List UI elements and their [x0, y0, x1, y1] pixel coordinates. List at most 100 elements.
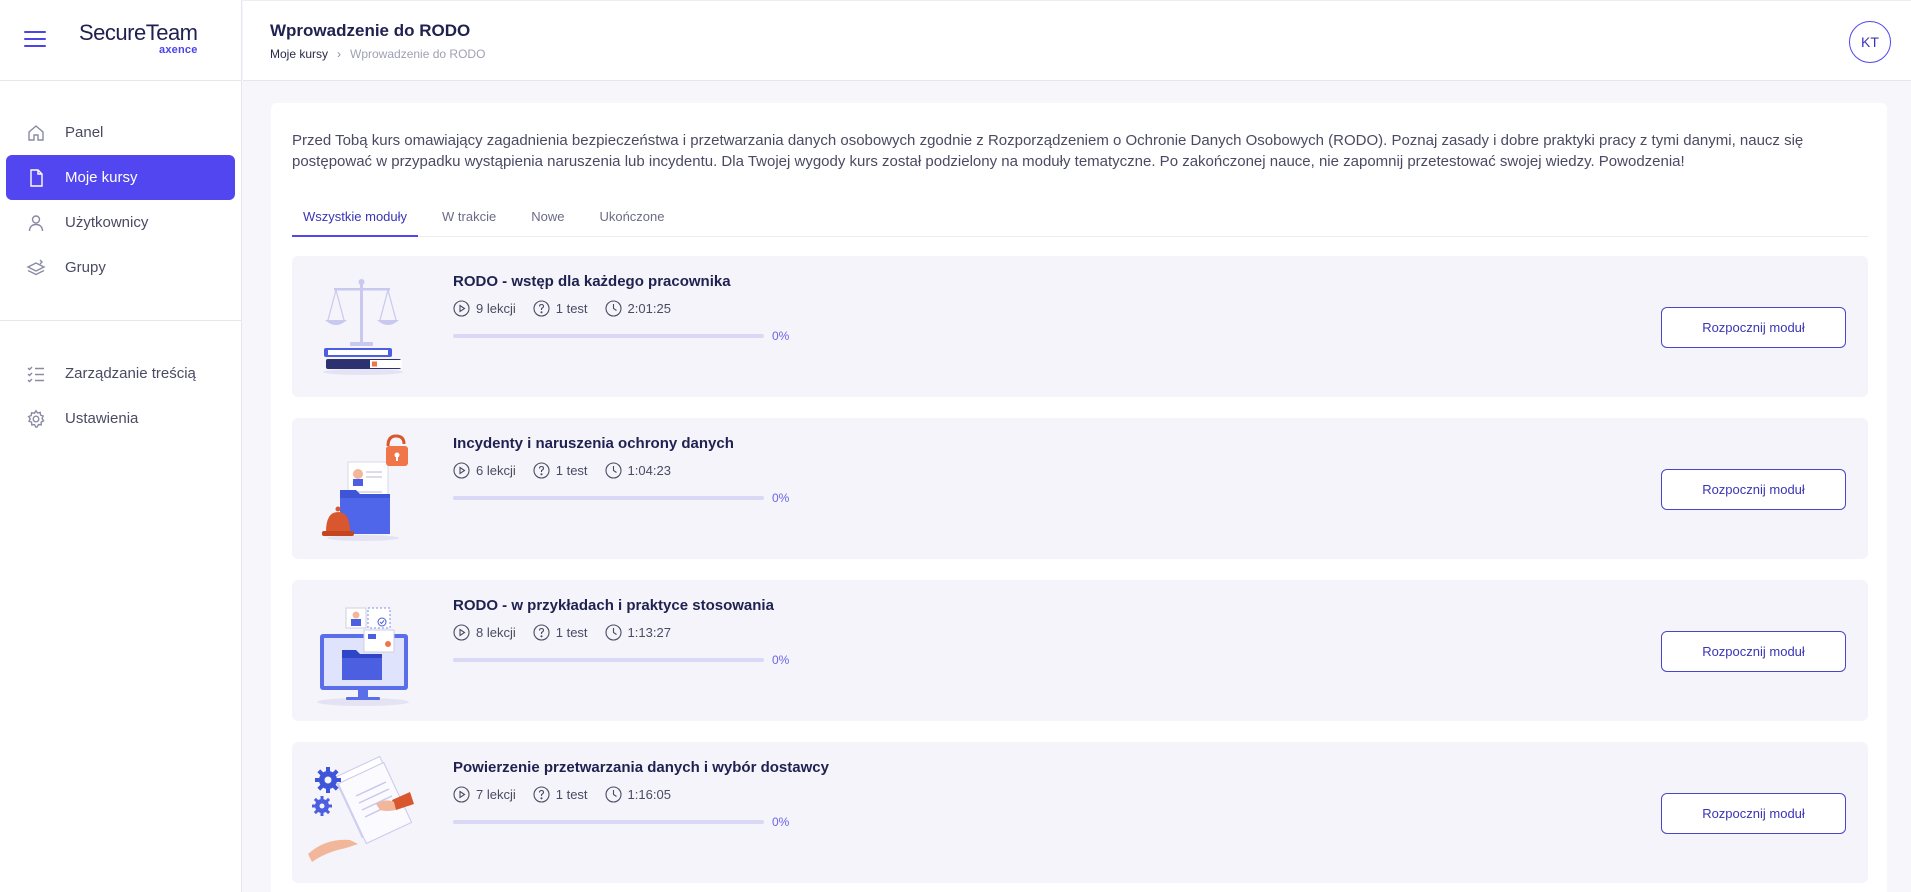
sidebar-divider — [0, 320, 241, 321]
module-card: Incydenty i naruszenia ochrony danych 6 … — [292, 418, 1868, 559]
lessons-count: 6 lekcji — [453, 462, 516, 479]
list-check-icon — [27, 366, 44, 382]
tests-count: 1 test — [533, 624, 588, 641]
scales-and-books-illustration — [323, 279, 403, 375]
clock-icon — [604, 300, 622, 317]
module-card: RODO - wstęp dla każdego pracownika 9 le… — [292, 256, 1868, 397]
sidebar-item-label: Grupy — [65, 259, 106, 276]
logo-sub-text: axence — [159, 44, 198, 56]
progress-percent: 0% — [772, 491, 790, 505]
folder-padlock-alarm-illustration — [322, 434, 408, 541]
page-title: Wprowadzenie do RODO — [270, 21, 471, 40]
gear-icon — [27, 409, 45, 428]
lessons-label: 7 lekcji — [476, 787, 516, 802]
sidebar-item-label: Ustawienia — [65, 410, 139, 427]
tests-label: 1 test — [555, 463, 588, 478]
tab-wszystkie-moduly[interactable]: Wszystkie moduły — [292, 205, 419, 237]
duration: 1:13:27 — [604, 624, 671, 641]
question-circle-icon — [533, 300, 550, 317]
play-circle-icon — [453, 786, 470, 803]
clock-icon — [604, 462, 622, 479]
sidebar-item-label: Zarządzanie treścią — [65, 365, 196, 382]
module-filter-tabs: Wszystkie moduły W trakcie Nowe Ukończon… — [292, 205, 1868, 237]
tests-count: 1 test — [533, 300, 588, 317]
hamburger-menu-icon[interactable] — [24, 31, 46, 49]
lessons-label: 6 lekcji — [476, 463, 516, 478]
top-header: Wprowadzenie do RODO Moje kursy › Wprowa… — [243, 0, 1911, 81]
module-meta: 7 lekcji 1 test 1:16:05 — [453, 786, 688, 803]
progress-percent: 0% — [772, 329, 790, 343]
sidebar-item-label: Moje kursy — [65, 169, 138, 186]
module-title[interactable]: Incydenty i naruszenia ochrony danych — [453, 435, 734, 452]
module-title[interactable]: Powierzenie przetwarzania danych i wybór… — [453, 759, 829, 776]
tests-label: 1 test — [555, 787, 588, 802]
module-card: Powierzenie przetwarzania danych i wybór… — [292, 742, 1868, 883]
logo[interactable]: SecureTeam axence — [79, 20, 198, 56]
clock-icon — [604, 786, 622, 803]
start-module-button[interactable]: Rozpocznij moduł — [1661, 469, 1846, 510]
progress-bar — [453, 334, 764, 338]
duration-label: 1:13:27 — [627, 625, 671, 640]
duration-label: 1:16:05 — [627, 787, 671, 802]
user-avatar[interactable]: KT — [1849, 21, 1891, 63]
sidebar-item-panel[interactable]: Panel — [6, 110, 235, 155]
clock-icon — [604, 624, 622, 641]
sidebar-nav: Panel Moje kursy Użytkownicy Grupy Zarzą… — [0, 81, 241, 441]
lessons-count: 8 lekcji — [453, 624, 516, 641]
sidebar-item-ustawienia[interactable]: Ustawienia — [6, 396, 235, 441]
tests-count: 1 test — [533, 786, 588, 803]
module-card: RODO - w przykładach i praktyce stosowan… — [292, 580, 1868, 721]
logo-main-text: SecureTeam — [79, 20, 198, 45]
sidebar: SecureTeam axence Panel Moje kursy Użytk… — [0, 0, 242, 892]
breadcrumb-separator: › — [337, 47, 342, 61]
lessons-label: 9 lekcji — [476, 301, 516, 316]
duration-label: 1:04:23 — [627, 463, 671, 478]
lessons-label: 8 lekcji — [476, 625, 516, 640]
sidebar-item-zarzadzanie-trescia[interactable]: Zarządzanie treścią — [6, 351, 235, 396]
progress-bar — [453, 496, 764, 500]
monitor-folder-illustration — [317, 607, 409, 706]
tab-ukonczone[interactable]: Ukończone — [588, 205, 675, 237]
tests-count: 1 test — [533, 462, 588, 479]
progress-bar — [453, 658, 764, 662]
play-circle-icon — [453, 624, 470, 641]
module-meta: 8 lekcji 1 test 1:13:27 — [453, 624, 688, 641]
progress-percent: 0% — [772, 653, 790, 667]
play-circle-icon — [453, 300, 470, 317]
tests-label: 1 test — [555, 301, 588, 316]
home-icon — [28, 124, 44, 141]
duration-label: 2:01:25 — [627, 301, 671, 316]
play-circle-icon — [453, 462, 470, 479]
start-module-button[interactable]: Rozpocznij moduł — [1661, 631, 1846, 672]
sidebar-item-grupy[interactable]: Grupy — [6, 245, 235, 290]
progress-percent: 0% — [772, 815, 790, 829]
module-title[interactable]: RODO - w przykładach i praktyce stosowan… — [453, 597, 774, 614]
question-circle-icon — [533, 786, 550, 803]
tab-w-trakcie[interactable]: W trakcie — [431, 205, 507, 237]
lessons-count: 7 lekcji — [453, 786, 516, 803]
sidebar-item-uzytkownicy[interactable]: Użytkownicy — [6, 200, 235, 245]
tab-nowe[interactable]: Nowe — [520, 205, 575, 237]
sidebar-header: SecureTeam axence — [0, 0, 241, 81]
question-circle-icon — [533, 462, 550, 479]
duration: 1:16:05 — [604, 786, 671, 803]
gears-document-handshake-illustration — [308, 756, 414, 862]
breadcrumb-link-moje-kursy[interactable]: Moje kursy — [270, 47, 328, 61]
tests-label: 1 test — [555, 625, 588, 640]
start-module-button[interactable]: Rozpocznij moduł — [1661, 307, 1846, 348]
breadcrumb-current: Wprowadzenie do RODO — [350, 47, 486, 61]
module-title[interactable]: RODO - wstęp dla każdego pracownika — [453, 273, 731, 290]
document-icon — [30, 168, 43, 187]
sidebar-item-label: Użytkownicy — [65, 214, 149, 231]
sidebar-item-moje-kursy[interactable]: Moje kursy — [6, 155, 235, 200]
user-icon — [28, 214, 44, 231]
duration: 2:01:25 — [604, 300, 671, 317]
question-circle-icon — [533, 624, 550, 641]
sidebar-item-label: Panel — [65, 124, 104, 141]
course-intro-text: Przed Tobą kurs omawiający zagadnienia b… — [292, 132, 1804, 170]
start-module-button[interactable]: Rozpocznij moduł — [1661, 793, 1846, 834]
layers-icon — [26, 259, 46, 275]
lessons-count: 9 lekcji — [453, 300, 516, 317]
duration: 1:04:23 — [604, 462, 671, 479]
progress-bar — [453, 820, 764, 824]
